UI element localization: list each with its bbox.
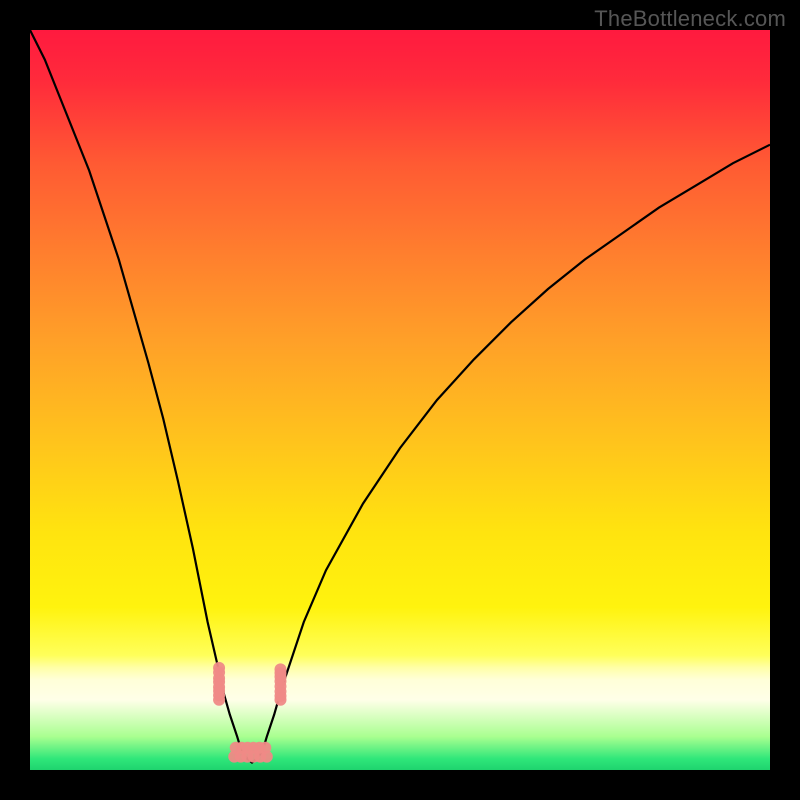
plot-area xyxy=(30,30,770,770)
marker-dot xyxy=(274,663,286,675)
marker-dot xyxy=(261,751,273,763)
marker-dot xyxy=(213,694,225,706)
chart-overlay xyxy=(30,30,770,770)
watermark-text: TheBottleneck.com xyxy=(594,6,786,32)
bottleneck-curve xyxy=(30,30,770,763)
chart-frame: TheBottleneck.com xyxy=(0,0,800,800)
